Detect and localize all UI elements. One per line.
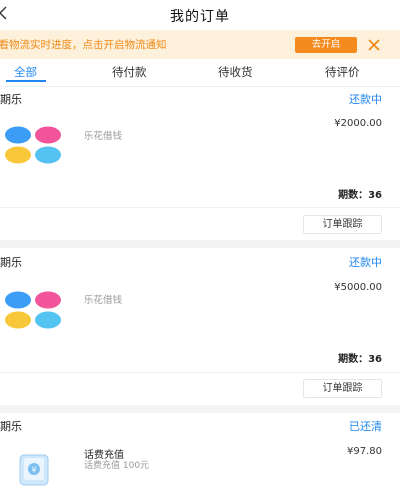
logistics-notice-bar: 查看物流实时进度，点击开启物流通知 去开启	[0, 30, 400, 59]
order-status: 已还清	[349, 420, 382, 433]
top-bar: 我的订单	[0, 0, 400, 30]
order-tracking-button[interactable]: 订单跟踪	[303, 379, 382, 398]
order-tracking-button[interactable]: 订单跟踪	[303, 215, 382, 234]
order-price: ¥2000.00	[334, 118, 382, 129]
enable-notification-button[interactable]: 去开启	[295, 37, 357, 53]
order-card[interactable]: 分期乐 还款中 乐花借钱 ¥5000.00 期数：36 订单跟踪	[0, 248, 400, 405]
order-price: ¥5000.00	[334, 282, 382, 293]
order-type: 分期乐	[0, 93, 22, 106]
active-tab-indicator	[6, 80, 46, 82]
section-separator	[0, 405, 400, 413]
section-separator	[0, 240, 400, 248]
tab-pending-payment[interactable]: 待付款	[112, 64, 147, 80]
product-name: 乐花借钱	[84, 131, 123, 142]
product-subtitle: 话费充值 100元	[84, 461, 150, 471]
order-card[interactable]: 分期乐 还款中 乐花借钱 ¥2000.00 期数：36 订单跟踪	[0, 87, 400, 240]
tab-all[interactable]: 全部	[14, 64, 37, 80]
order-status: 还款中	[349, 93, 382, 106]
tab-pending-receipt[interactable]: 待收货	[218, 64, 253, 80]
close-icon[interactable]	[367, 38, 381, 52]
order-periods: 期数：36	[338, 190, 382, 201]
order-type: 分期乐	[0, 256, 22, 269]
product-name: 乐花借钱	[84, 295, 123, 306]
tab-pending-review[interactable]: 待评价	[325, 64, 360, 80]
order-tabs: 全部 待付款 待收货 待评价	[0, 59, 400, 87]
order-status: 还款中	[349, 256, 382, 269]
order-type: 分期乐	[0, 420, 22, 433]
phone-recharge-icon: ¥	[19, 454, 49, 486]
svg-text:¥: ¥	[31, 466, 36, 475]
notice-text: 查看物流实时进度，点击开启物流通知	[0, 39, 167, 51]
order-price: ¥97.80	[347, 446, 382, 457]
lehua-logo-icon	[5, 291, 61, 329]
order-periods: 期数：36	[338, 354, 382, 365]
lehua-logo-icon	[5, 126, 61, 164]
page-title: 我的订单	[170, 9, 230, 25]
divider	[0, 372, 400, 373]
order-card[interactable]: 分期乐 已还清 ¥ 话费充值 话费充值 100元 ¥97.80	[0, 413, 400, 489]
divider	[0, 207, 400, 208]
